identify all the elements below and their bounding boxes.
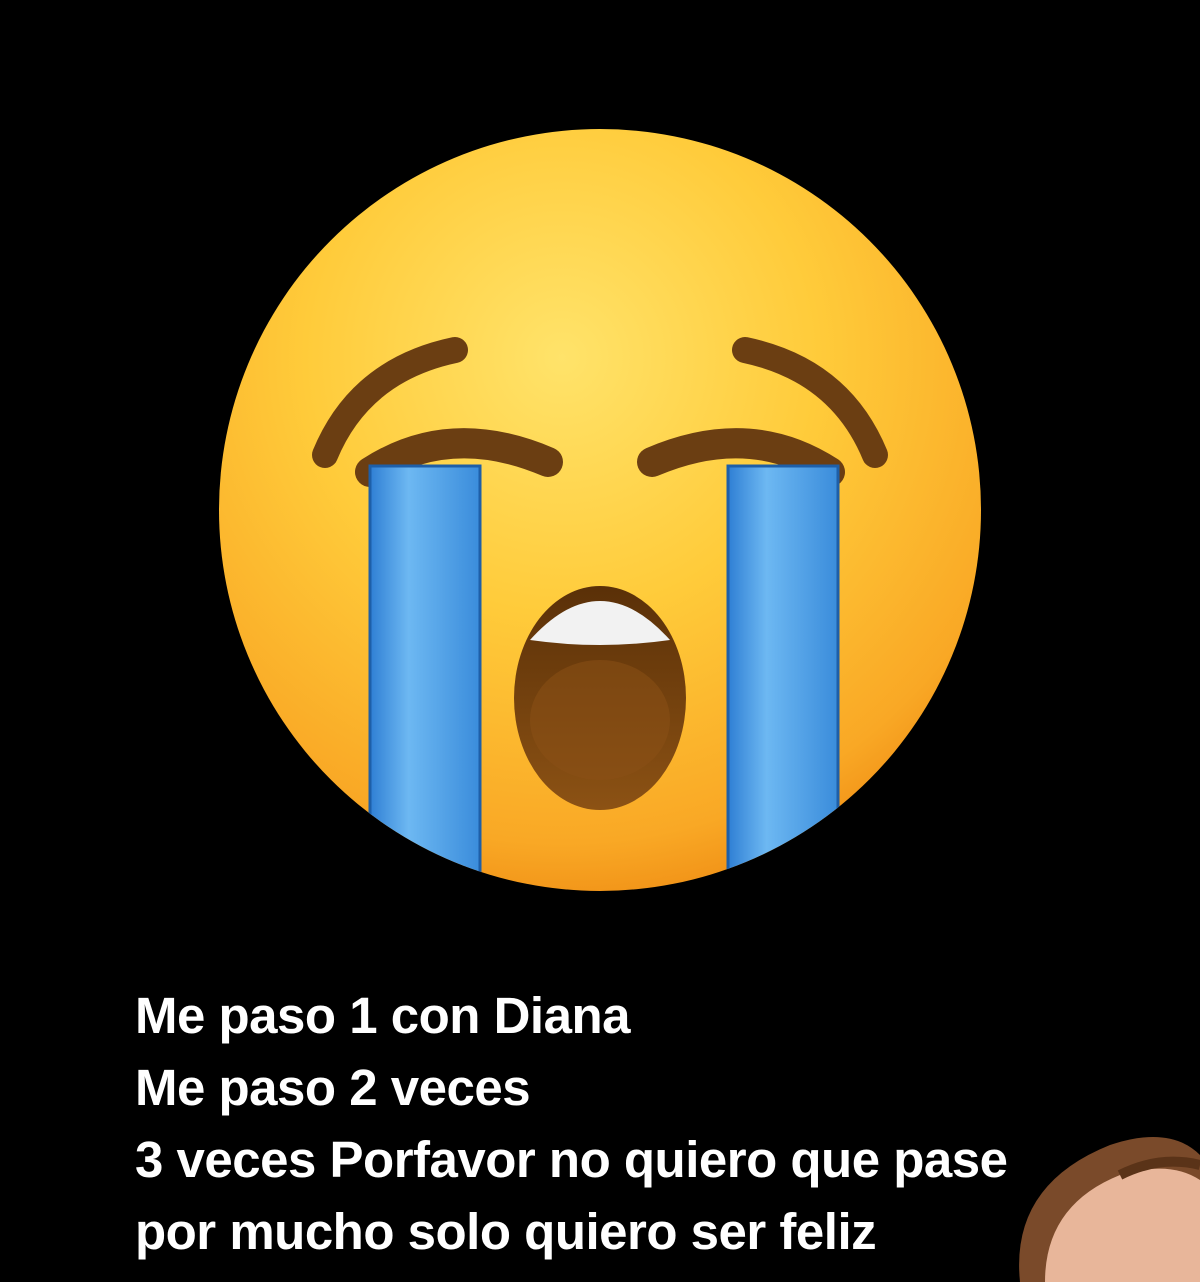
left-tear xyxy=(370,466,480,891)
person-face-overlay xyxy=(1000,1125,1200,1282)
video-frame: Me paso 1 con Diana Me paso 2 veces 3 ve… xyxy=(0,0,1200,1282)
caption-line-1: Me paso 1 con Diana xyxy=(135,987,630,1044)
crying-face-emoji-icon xyxy=(210,120,990,900)
caption-line-2: Me paso 2 veces xyxy=(135,1059,531,1116)
right-tear xyxy=(728,466,838,891)
